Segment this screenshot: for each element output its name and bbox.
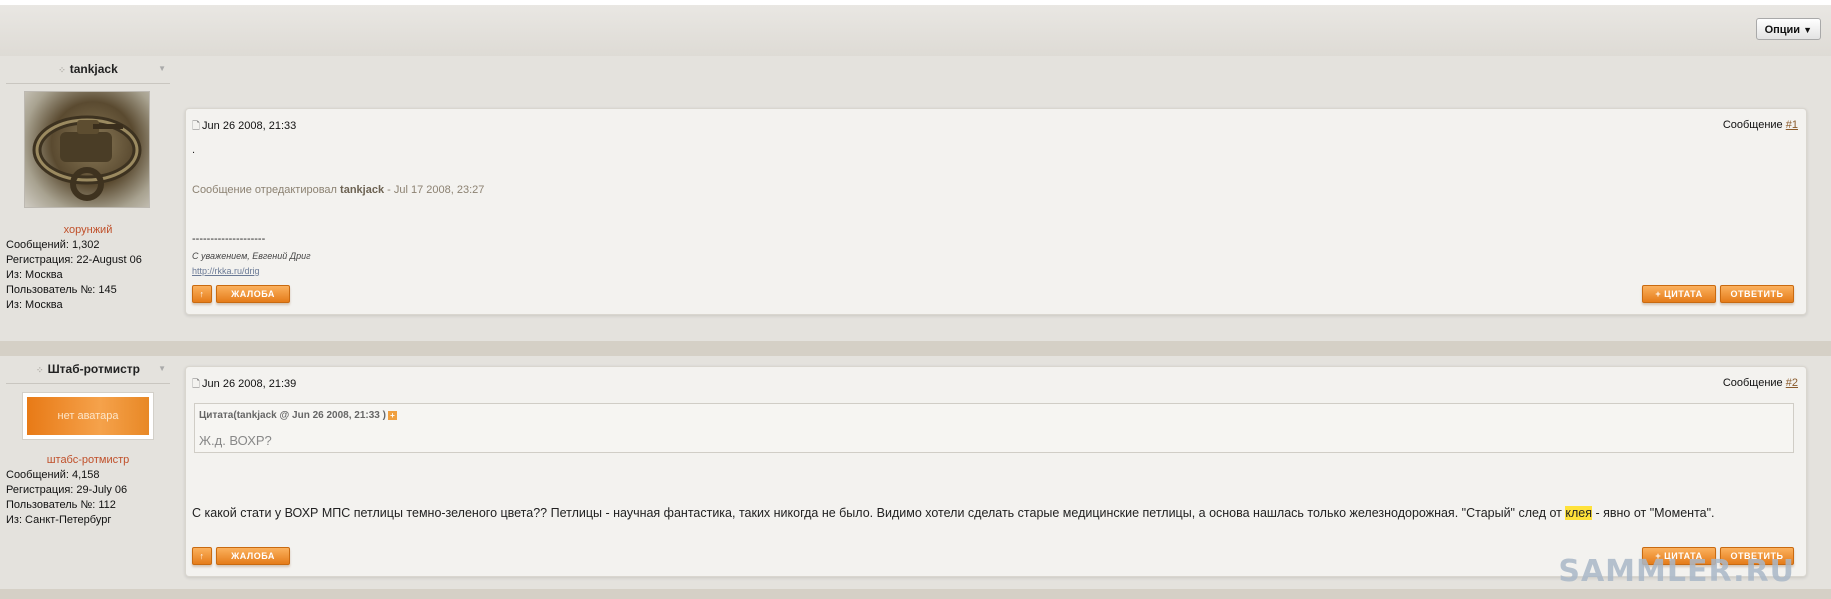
stat-user-number: Пользователь №: 145 [6,284,117,296]
post-permalink[interactable]: #1 [1786,119,1798,131]
reply-button[interactable]: ОТВЕТИТЬ [1720,285,1794,303]
chevron-down-icon: ▼ [1803,25,1812,35]
post-text-part: - явно от "Момента". [1591,506,1715,520]
stat-registered: Регистрация: 29-July 06 [6,484,128,496]
username-label: Штаб-ротмистр [47,362,140,376]
post-number-label: Сообщение [1722,377,1783,389]
quote-header: Цитата(tankjack @ Jun 26 2008, 21:33 ) + [199,410,397,421]
post-body: 🗋 Jun 26 2008, 21:39 Сообщение #2 Цитата(… [185,366,1807,577]
post-number: Сообщение #2 [1723,377,1798,389]
stat-location: Из: Москва [6,299,63,311]
stat-location: Из: Санкт-Петербург [6,514,112,526]
signature-divider: -------------------- [192,233,266,245]
post-row: ⁘ tankjack ▼ хорунжий Сообщений: 1,302 Ре… [0,56,1831,341]
user-info-panel: ⁘ Штаб-ротмистр ▼ нет аватара штабс-ротми… [6,356,170,528]
stat-registered: Регистрация: 22-August 06 [6,254,142,266]
no-avatar-placeholder: нет аватара [27,397,149,435]
user-menu-dropdown-icon[interactable]: ▼ [158,364,166,373]
avatar [24,91,150,208]
post-date-text: Jun 26 2008, 21:39 [202,378,297,390]
document-icon: 🗋 [192,121,201,132]
scroll-top-button[interactable]: ↑ [192,285,212,303]
post-text: . [192,144,196,156]
highlighted-word: клея [1565,506,1592,520]
user-menu-dropdown-icon[interactable]: ▼ [158,64,166,73]
post-number-label: Сообщение [1722,119,1783,131]
topic-header-bar: Опции ▼ [0,0,1831,56]
quote-header-text: Цитата(tankjack @ Jun 26 2008, 21:33 ) [199,410,386,421]
stat-location: Из: Москва [6,269,63,281]
report-button[interactable]: ЖАЛОБА [216,547,290,565]
quote-button[interactable]: + ЦИТАТА [1642,285,1716,303]
edit-note: Сообщение отредактировал tankjack - Jul … [192,184,484,196]
report-button[interactable]: ЖАЛОБА [216,285,290,303]
edit-note-user: tankjack [340,184,385,196]
quote-text: Ж.д. ВОХР? [199,433,272,448]
signature-link[interactable]: http://rkka.ru/drig [192,266,260,276]
avatar: нет аватара [22,392,154,440]
document-icon: 🗋 [192,379,201,390]
stat-user-number: Пользователь №: 112 [6,499,116,511]
site-watermark: SAMMLER.RU [1558,554,1795,589]
scroll-top-button[interactable]: ↑ [192,547,212,565]
expand-quote-icon[interactable]: + [387,410,397,420]
post-number: Сообщение #1 [1723,119,1798,131]
user-info-panel: ⁘ tankjack ▼ хорунжий Сообщений: 1,302 Ре… [6,56,170,313]
username-label: tankjack [69,62,118,76]
user-stats: Сообщений: 1,302 Регистрация: 22-August … [6,238,170,313]
post-separator [0,341,1831,356]
signature-text: С уважением, Евгений Дриг [192,251,311,261]
post-permalink[interactable]: #2 [1786,377,1798,389]
post-date: 🗋 Jun 26 2008, 21:39 [192,377,296,394]
offline-icon: ⁘ [36,365,44,375]
user-stats: Сообщений: 4,158 Регистрация: 29-July 06… [6,468,170,528]
stat-posts: Сообщений: 4,158 [6,469,100,481]
offline-icon: ⁘ [58,65,66,75]
options-label: Опции [1764,24,1801,36]
user-rank: штабс-ротмистр [46,454,130,466]
quote-block [194,403,1794,453]
post-separator [0,589,1831,599]
user-rank: хорунжий [63,224,113,236]
options-button[interactable]: Опции ▼ [1755,18,1821,40]
post-text-part: С какой стати у ВОХР МПС петлицы темно-з… [192,506,1566,520]
username[interactable]: ⁘ Штаб-ротмистр ▼ [6,356,170,384]
username[interactable]: ⁘ tankjack ▼ [6,56,170,84]
post-text: С какой стати у ВОХР МПС петлицы темно-з… [192,506,1715,520]
edit-note-prefix: Сообщение отредактировал [192,184,337,196]
post-date: 🗋 Jun 26 2008, 21:33 [192,119,296,136]
post-date-text: Jun 26 2008, 21:33 [202,120,297,132]
post-body: 🗋 Jun 26 2008, 21:33 Сообщение #1 . Сообщ… [185,108,1807,315]
stat-posts: Сообщений: 1,302 [6,239,100,251]
edit-note-date: - Jul 17 2008, 23:27 [387,184,485,196]
